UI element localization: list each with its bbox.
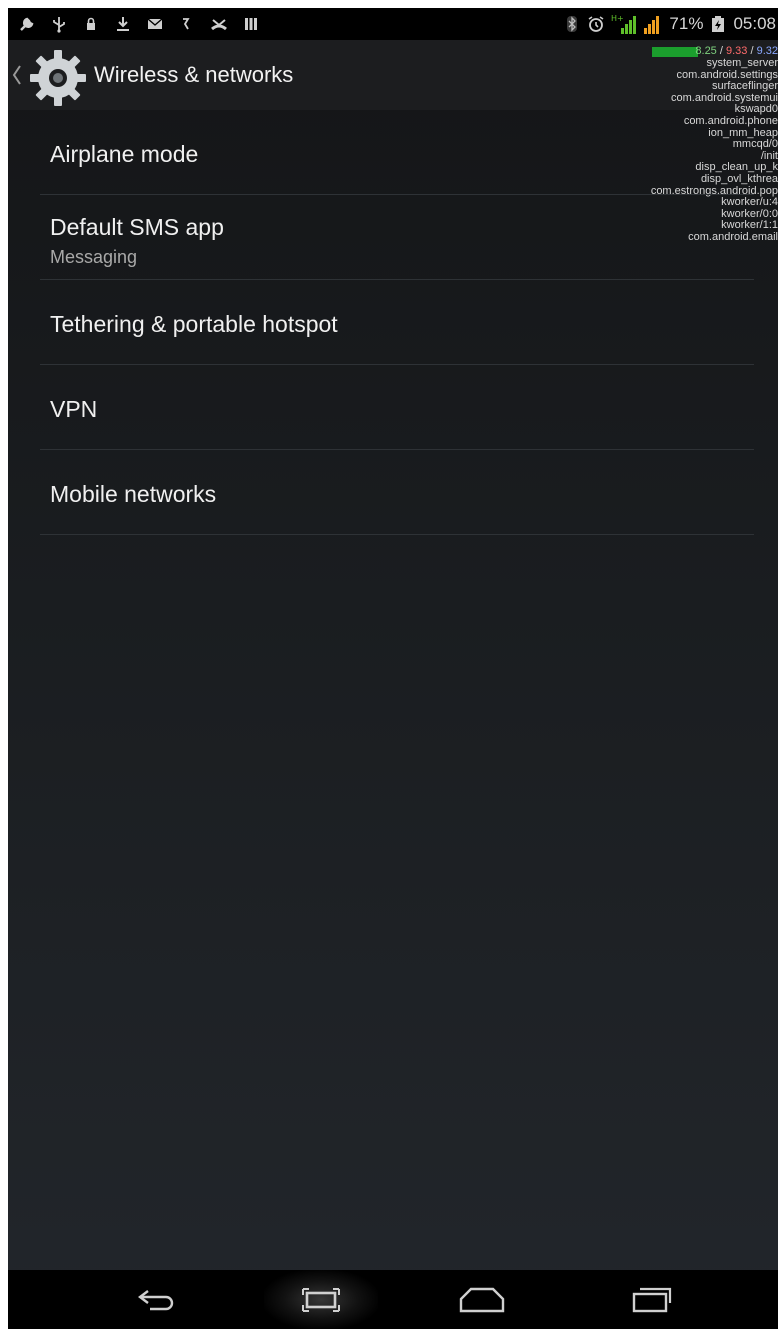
battery-charging-icon: [712, 16, 725, 32]
missed-call-phone-icon: [211, 19, 227, 31]
notification-icons: [18, 8, 260, 40]
network-type-label: H+: [611, 14, 624, 23]
item-title: VPN: [50, 396, 98, 422]
cpu-load-bar: [652, 47, 698, 57]
navigation-bar: [8, 1270, 778, 1329]
item-summary: Messaging: [50, 247, 138, 267]
home-button[interactable]: [427, 1276, 537, 1324]
load-average-5: 9.33: [725, 45, 748, 57]
settings-list: Airplane mode Default SMS app Messaging …: [40, 110, 754, 535]
wrench-icon: [20, 17, 34, 31]
recent-apps-button[interactable]: [598, 1276, 708, 1324]
settings-gear-icon: [30, 50, 86, 106]
cpu-load-row: 8.25 / 9.33 / 9.32: [578, 45, 778, 58]
load-separator: /: [747, 45, 757, 57]
back-button[interactable]: [103, 1276, 213, 1324]
alarm-icon: [588, 16, 604, 32]
load-separator: /: [716, 45, 726, 57]
item-title: Default SMS app: [50, 214, 224, 240]
up-button[interactable]: Wireless & networks: [8, 40, 308, 110]
recent-apps-icon: [632, 1287, 672, 1313]
screenshot-button[interactable]: [266, 1276, 376, 1324]
cpu-load-values: 8.25 / 9.33 / 9.32: [695, 45, 778, 58]
default-sms-app-item[interactable]: Default SMS app Messaging: [40, 195, 754, 280]
screenshot-frame-icon: [302, 1288, 340, 1312]
battery-percent: 71%: [669, 14, 704, 33]
load-average-1: 8.25: [695, 45, 717, 57]
mobile-data-signal-icon: H+: [611, 14, 637, 34]
lock-icon: [87, 17, 95, 30]
item-title: Airplane mode: [50, 141, 199, 167]
bluetooth-icon: [567, 16, 578, 32]
screen: H+ 71% 05:08 Wireless & networks 8.25 / …: [8, 8, 778, 1329]
barcode-icon: [245, 18, 257, 30]
download-icon: [117, 17, 129, 31]
process-name: system_server: [706, 57, 778, 69]
missed-call-icon: [183, 18, 190, 30]
chevron-left-icon: [12, 65, 21, 85]
email-icon: [147, 18, 163, 29]
clock: 05:08: [733, 14, 776, 33]
system-icons: H+ 71% 05:08: [563, 8, 778, 40]
cell-signal-icon: [644, 16, 660, 34]
home-icon: [459, 1287, 505, 1313]
back-arrow-icon: [138, 1290, 174, 1311]
tethering-hotspot-item[interactable]: Tethering & portable hotspot: [40, 280, 754, 365]
mobile-networks-item[interactable]: Mobile networks: [40, 450, 754, 535]
airplane-mode-item[interactable]: Airplane mode: [40, 110, 754, 195]
page-title: Wireless & networks: [94, 62, 294, 87]
item-title: Tethering & portable hotspot: [50, 311, 338, 337]
load-average-15: 9.32: [756, 45, 778, 57]
status-bar: H+ 71% 05:08: [8, 8, 778, 40]
usb-icon: [53, 17, 65, 33]
vpn-item[interactable]: VPN: [40, 365, 754, 450]
item-title: Mobile networks: [50, 481, 217, 507]
